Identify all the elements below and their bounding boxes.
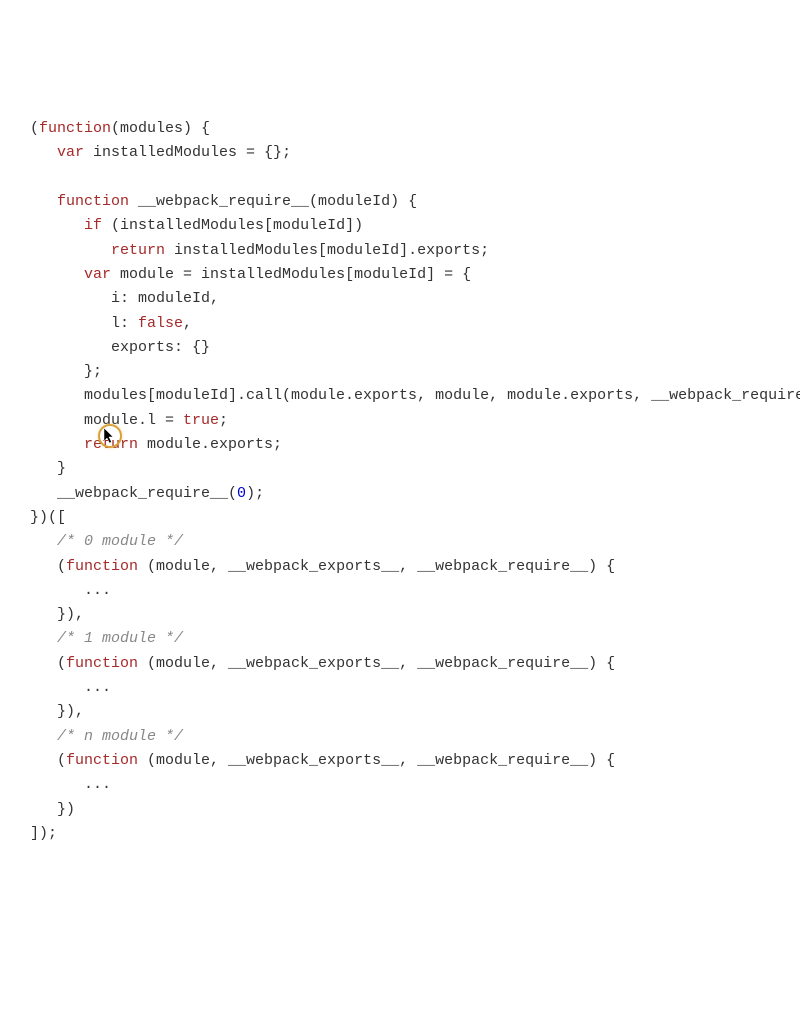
code-token-comment: /* 0 module */ — [57, 533, 183, 550]
code-token-comment: /* 1 module */ — [57, 630, 183, 647]
code-token-kw: true — [183, 412, 219, 429]
code-token-kw: return — [111, 242, 165, 259]
code-token-kw: function — [66, 558, 138, 575]
code-token-kw: function — [66, 655, 138, 672]
code-token-punct: ; — [219, 412, 228, 429]
code-token-punct — [30, 217, 84, 234]
code-token-kw: function — [39, 120, 111, 137]
code-token-kw: false — [138, 315, 183, 332]
code-token-punct: (installedModules[moduleId]) — [102, 217, 363, 234]
code-token-punct: ( — [30, 752, 66, 769]
code-token-kw: function — [57, 193, 129, 210]
code-token-punct: ... — [30, 776, 111, 793]
code-token-punct — [30, 242, 111, 259]
code-token-punct — [30, 193, 57, 210]
code-token-punct — [30, 728, 57, 745]
code-token-punct: module = installedModules[moduleId] = { — [111, 266, 471, 283]
code-token-punct: ( — [30, 120, 39, 137]
code-token-punct: modules[moduleId].call(module.exports, m… — [30, 387, 800, 404]
code-token-punct — [30, 630, 57, 647]
code-token-punct: module.l = — [30, 412, 183, 429]
code-token-punct: })([ — [30, 509, 66, 526]
code-token-punct: } — [30, 460, 66, 477]
code-token-punct: }) — [30, 801, 75, 818]
code-token-punct: , — [183, 315, 192, 332]
code-token-kw: var — [57, 144, 84, 161]
code-token-punct: module.exports; — [138, 436, 282, 453]
code-token-punct — [30, 436, 84, 453]
code-token-punct: ( — [30, 655, 66, 672]
code-token-kw: return — [84, 436, 138, 453]
code-token-punct: (module, __webpack_exports__, __webpack_… — [138, 655, 615, 672]
code-token-punct: ]); — [30, 825, 57, 842]
code-token-kw: if — [84, 217, 102, 234]
code-token-kw: function — [66, 752, 138, 769]
code-token-kw: var — [84, 266, 111, 283]
code-token-punct: (module, __webpack_exports__, __webpack_… — [138, 752, 615, 769]
code-token-punct: ... — [30, 582, 111, 599]
code-token-punct: l: — [30, 315, 138, 332]
code-token-punct: __webpack_require__( — [30, 485, 237, 502]
code-token-punct — [30, 266, 84, 283]
code-token-punct — [30, 144, 57, 161]
code-token-punct: ( — [30, 558, 66, 575]
code-token-punct: i: moduleId, — [30, 290, 219, 307]
code-token-punct: (modules) { — [111, 120, 210, 137]
code-token-punct: }), — [30, 606, 84, 623]
code-token-punct: installedModules[moduleId].exports; — [165, 242, 489, 259]
code-token-punct — [30, 533, 57, 550]
code-token-punct: __webpack_require__(moduleId) { — [129, 193, 417, 210]
code-block: (function(modules) { var installedModule… — [30, 117, 770, 846]
code-token-punct: exports: {} — [30, 339, 210, 356]
code-token-punct: ... — [30, 679, 111, 696]
code-token-punct: }), — [30, 703, 84, 720]
code-token-punct: installedModules = {}; — [84, 144, 291, 161]
code-token-punct: ); — [246, 485, 264, 502]
code-token-comment: /* n module */ — [57, 728, 183, 745]
code-token-num: 0 — [237, 485, 246, 502]
code-token-punct: (module, __webpack_exports__, __webpack_… — [138, 558, 615, 575]
code-token-punct: }; — [30, 363, 102, 380]
